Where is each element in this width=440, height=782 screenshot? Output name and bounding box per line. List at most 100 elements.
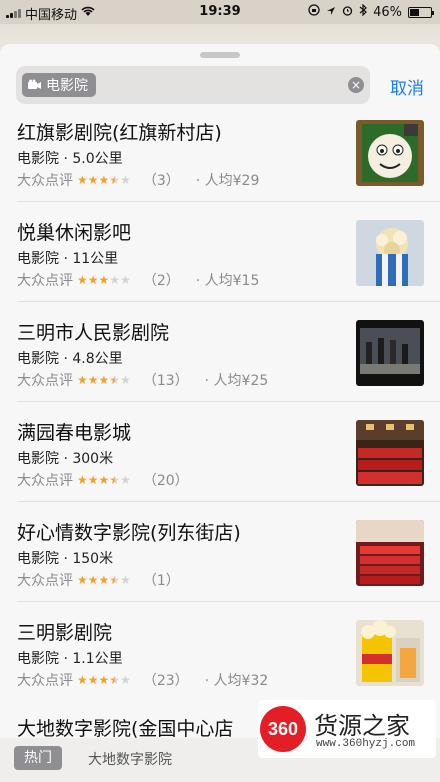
result-photo[interactable]	[356, 320, 424, 386]
result-distance: 1.1公里	[72, 651, 123, 667]
watermark: 360 货源之家 www.360hyzj.com	[258, 700, 436, 758]
battery-percent: 46%	[373, 4, 402, 20]
result-name: 悦巢休闲影吧	[17, 222, 132, 244]
result-distance: 11公里	[72, 251, 119, 267]
result-distance: 4.8公里	[72, 351, 123, 367]
rating-stars: ★ ★ ★ ★ ★	[77, 473, 131, 487]
rating-stars: ★ ★ ★ ★ ★	[77, 173, 131, 187]
lock-rotation-icon	[308, 4, 320, 20]
result-row[interactable]: 满园春电影城 电影院 · 300米 大众点评 ★ ★ ★ ★ ★ （20）	[0, 402, 440, 502]
result-rating: 大众点评 ★ ★ ★ ★ ★ （13） · 人均¥25	[17, 370, 268, 390]
result-photo[interactable]	[356, 420, 424, 486]
result-name: 好心情数字影院(列东街店)	[17, 522, 241, 544]
sheet-grabber[interactable]	[200, 52, 240, 58]
clear-search-button[interactable]: ×	[348, 77, 364, 93]
result-photo[interactable]	[356, 220, 424, 286]
result-name: 三明市人民影剧院	[17, 322, 170, 344]
result-distance: 150米	[72, 551, 114, 567]
meta-separator: ·	[59, 251, 73, 267]
star-icon: ★	[120, 173, 131, 187]
star-icon: ★	[77, 573, 88, 587]
cancel-button[interactable]: 取消	[390, 74, 424, 99]
result-category: 电影院	[17, 551, 59, 567]
rating-stars: ★ ★ ★ ★ ★	[77, 673, 131, 687]
meta-separator: ·	[59, 551, 73, 567]
result-rating: 大众点评 ★ ★ ★ ★ ★ （1）	[17, 570, 196, 590]
search-token[interactable]: 电影院	[22, 73, 96, 97]
result-row[interactable]: 悦巢休闲影吧 电影院 · 11公里 大众点评 ★ ★ ★ ★ ★ （2） · 人均¥15	[0, 202, 440, 302]
review-count: （1）	[142, 573, 180, 589]
result-meta: 电影院 · 5.0公里	[17, 148, 123, 168]
result-photo[interactable]	[356, 620, 424, 686]
review-count: （3）	[142, 173, 180, 189]
star-icon: ★	[120, 273, 131, 287]
battery-fill	[410, 8, 420, 16]
rating-source: 大众点评	[17, 173, 73, 189]
star-icon: ★	[87, 473, 99, 487]
search-input[interactable]: 电影院 ×	[16, 66, 370, 104]
result-rating: 大众点评 ★ ★ ★ ★ ★ （20）	[17, 470, 205, 490]
hot-suggestion-item[interactable]: 大地数字影院	[88, 749, 172, 769]
review-count: （23）	[142, 673, 189, 689]
result-row[interactable]: 三明市人民影剧院 电影院 · 4.8公里 大众点评 ★ ★ ★ ★ ★ （13） · 人均¥25	[0, 302, 440, 402]
result-meta: 电影院 · 4.8公里	[17, 348, 123, 368]
search-row: 电影院 × 取消	[16, 66, 424, 104]
star-icon: ★	[98, 673, 110, 687]
meta-separator: ·	[59, 151, 73, 167]
status-icons: 46%	[308, 3, 434, 20]
result-meta: 电影院 · 150米	[17, 548, 113, 568]
star-icon: ★	[98, 273, 110, 287]
average-price: · 人均¥25	[204, 373, 269, 389]
review-count: （2）	[142, 273, 180, 289]
star-icon: ★	[120, 673, 131, 687]
result-rating: 大众点评 ★ ★ ★ ★ ★ （3） · 人均¥29	[17, 170, 259, 190]
result-category: 电影院	[17, 451, 59, 467]
clear-circle-icon: ×	[350, 78, 362, 92]
result-category: 电影院	[17, 251, 59, 267]
result-meta: 电影院 · 11公里	[17, 248, 118, 268]
result-row[interactable]: 好心情数字影院(列东街店) 电影院 · 150米大众点评 ★ ★ ★ ★ ★ （1）	[0, 502, 440, 602]
star-icon: ★	[109, 173, 121, 187]
star-icon: ★	[109, 573, 121, 587]
review-count: （20）	[142, 473, 189, 489]
result-photo[interactable]	[356, 120, 424, 186]
film-camera-icon	[28, 79, 42, 91]
search-token-label: 电影院	[46, 78, 88, 94]
rating-stars: ★ ★ ★ ★ ★	[77, 273, 131, 287]
star-icon: ★	[120, 373, 131, 387]
result-distance: 300米	[72, 451, 114, 467]
star-icon: ★	[87, 673, 99, 687]
star-icon: ★	[109, 373, 121, 387]
battery-icon	[408, 6, 434, 18]
results-sheet: 电影院 × 取消 红旗影剧院(红旗新村店) 电影院 · 5.0公里 大众点评 ★ ★ ★ ★…	[0, 44, 440, 782]
rating-source: 大众点评	[17, 573, 73, 589]
results-list[interactable]: 红旗影剧院(红旗新村店) 电影院 · 5.0公里 大众点评 ★ ★ ★ ★ ★ （3） · 人均¥…	[0, 112, 440, 736]
star-icon: ★	[77, 273, 88, 287]
star-icon: ★	[87, 573, 99, 587]
rating-stars: ★ ★ ★ ★ ★	[77, 373, 131, 387]
star-icon: ★	[98, 473, 110, 487]
result-name: 满园春电影城	[17, 422, 132, 444]
meta-separator: ·	[59, 451, 73, 467]
hot-tag: 热门	[14, 746, 62, 770]
partial-result-title[interactable]: 大地数字影院(金国中心店	[17, 714, 233, 741]
star-icon: ★	[77, 473, 88, 487]
result-row[interactable]: 三明影剧院 电影院 · 1.1公里 大众点评 ★ ★ ★ ★ ★ （23） · 人均¥32	[0, 602, 440, 702]
meta-separator: ·	[59, 351, 73, 367]
rating-source: 大众点评	[17, 373, 73, 389]
star-icon: ★	[87, 173, 99, 187]
watermark-name: 货源之家	[314, 712, 410, 740]
star-icon: ★	[109, 273, 121, 287]
result-rating: 大众点评 ★ ★ ★ ★ ★ （2） · 人均¥15	[17, 270, 259, 290]
star-icon: ★	[77, 373, 88, 387]
result-row[interactable]: 红旗影剧院(红旗新村店) 电影院 · 5.0公里 大众点评 ★ ★ ★ ★ ★ （3） · 人均¥…	[0, 112, 440, 202]
result-photo[interactable]	[356, 520, 424, 586]
average-price: · 人均¥32	[204, 673, 269, 689]
status-bar: 中国移动 19:39 46%	[0, 0, 440, 24]
star-icon: ★	[120, 473, 131, 487]
bluetooth-icon	[359, 3, 367, 20]
star-icon: ★	[98, 573, 110, 587]
average-price: · 人均¥29	[195, 173, 260, 189]
rating-stars: ★ ★ ★ ★ ★	[77, 573, 131, 587]
rating-source: 大众点评	[17, 673, 73, 689]
